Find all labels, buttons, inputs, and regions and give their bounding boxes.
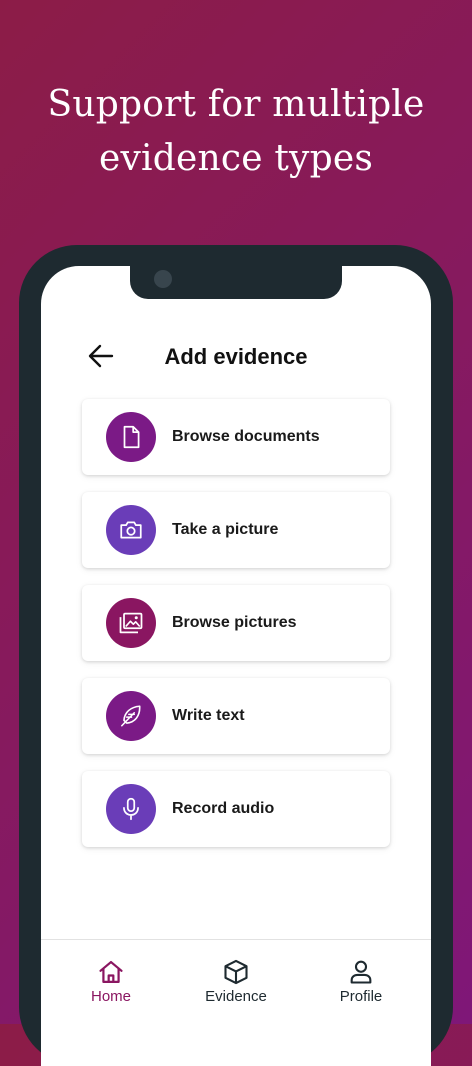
record-audio-option[interactable]: Record audio [82, 771, 390, 847]
option-label: Record audio [172, 800, 275, 817]
option-icon-circle [106, 598, 156, 648]
option-label: Write text [172, 707, 245, 724]
option-label: Browse pictures [172, 614, 297, 631]
option-label: Take a picture [172, 521, 279, 538]
option-icon-circle [106, 691, 156, 741]
images-icon [119, 612, 143, 634]
promo-headline: Support for multiple evidence types [0, 78, 472, 186]
take-picture-option[interactable]: Take a picture [82, 492, 390, 568]
home-icon [99, 960, 123, 984]
option-icon-circle [106, 412, 156, 462]
headline-line-1: Support for multiple [47, 84, 425, 125]
box-icon [224, 959, 248, 985]
page-title: Add evidence [164, 344, 308, 369]
document-icon [123, 425, 140, 449]
option-icon-circle [106, 505, 156, 555]
tab-evidence[interactable]: Evidence [181, 958, 291, 1018]
tab-home[interactable]: Home [56, 958, 166, 1018]
front-camera [154, 270, 172, 288]
tab-label: Profile [339, 988, 383, 1005]
browse-pictures-option[interactable]: Browse pictures [82, 585, 390, 661]
write-text-option[interactable]: Write text [82, 678, 390, 754]
option-icon-circle [106, 784, 156, 834]
option-label: Browse documents [172, 428, 320, 445]
feather-icon [121, 705, 141, 727]
bottom-tab-bar: Home Evidence Profile [41, 939, 431, 1025]
browse-documents-option[interactable]: Browse documents [82, 399, 390, 475]
tab-profile[interactable]: Profile [306, 958, 416, 1018]
tab-label: Evidence [205, 988, 267, 1005]
headline-line-2: evidence types [98, 138, 374, 179]
microphone-icon [123, 797, 139, 821]
tab-label: Home [90, 988, 131, 1005]
user-icon [350, 960, 372, 984]
camera-icon [120, 521, 142, 539]
